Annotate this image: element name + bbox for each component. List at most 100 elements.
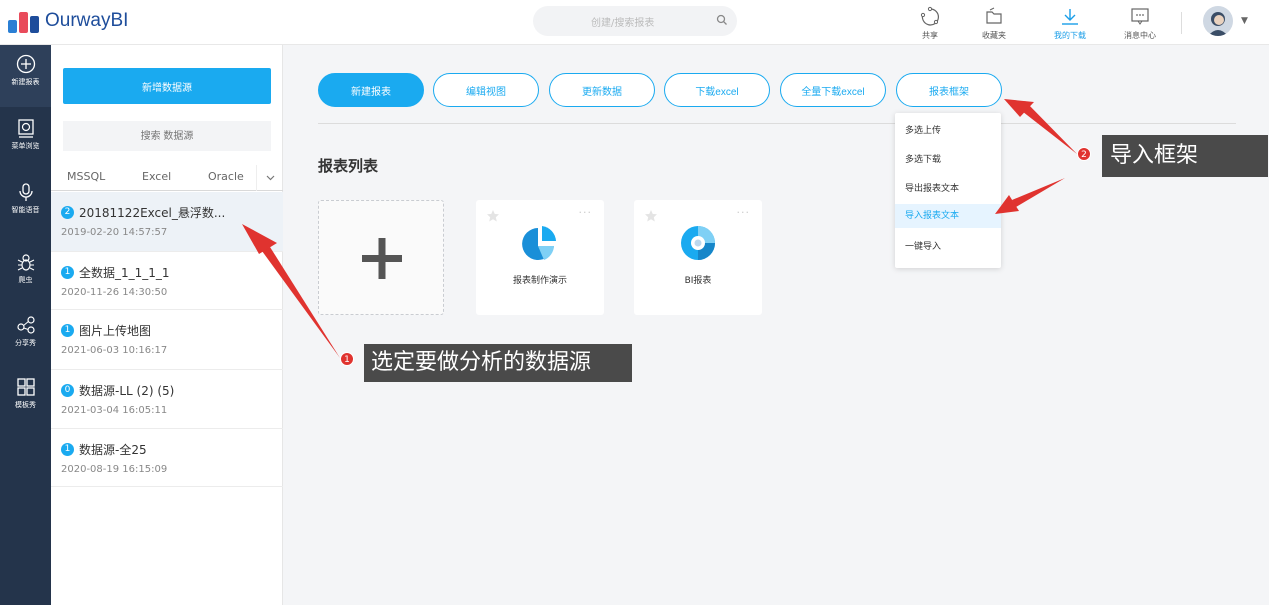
datasource-count-badge: 0 bbox=[61, 384, 74, 397]
report-framework-button[interactable]: 报表框架 bbox=[896, 73, 1002, 107]
report-card[interactable]: ··· BI报表 bbox=[634, 200, 762, 315]
nav-template-show[interactable]: 模板秀 bbox=[0, 377, 51, 410]
datasource-list-item[interactable]: 1 数据源-全25 2020-08-19 16:15:09 bbox=[51, 429, 283, 487]
update-data-button[interactable]: 更新数据 bbox=[549, 73, 655, 107]
annotation-arrow-3 bbox=[995, 178, 1065, 214]
add-report-card[interactable] bbox=[318, 200, 444, 315]
new-datasource-button[interactable]: 新增数据源 bbox=[63, 68, 271, 104]
report-framework-dropdown: 多选上传 多选下载 导出报表文本 导入报表文本 一键导入 bbox=[895, 113, 1001, 268]
user-avatar[interactable] bbox=[1203, 6, 1233, 36]
datasource-name: 20181122Excel_悬浮数... bbox=[79, 206, 226, 220]
share-icon bbox=[920, 6, 939, 26]
app-logo[interactable]: OurwayBI bbox=[8, 8, 128, 34]
datasource-name: 图片上传地图 bbox=[79, 324, 152, 338]
datasource-list-item[interactable]: 1 全数据_1_1_1_1 2020-11-26 14:30:50 bbox=[51, 252, 283, 310]
nav-template-show-label: 模板秀 bbox=[15, 401, 36, 409]
dropdown-item-multi-download[interactable]: 多选下载 bbox=[895, 148, 1001, 172]
nav-share-show-label: 分享秀 bbox=[15, 339, 36, 347]
left-nav: 新建报表 菜单浏览 智能语音 爬虫 分享秀 模板秀 bbox=[0, 45, 51, 605]
dropdown-item-import-text[interactable]: 导入报表文本 bbox=[895, 204, 1001, 228]
nav-new-report[interactable]: 新建报表 bbox=[0, 45, 51, 107]
callout-2-number-badge: 2 bbox=[1077, 147, 1091, 161]
datasource-count-badge: 1 bbox=[61, 443, 74, 456]
report-card[interactable]: ··· 报表制作演示 bbox=[476, 200, 604, 315]
report-card-label: BI报表 bbox=[684, 276, 712, 286]
nav-share-show[interactable]: 分享秀 bbox=[0, 315, 51, 348]
callout-2: 导入框架 bbox=[1102, 135, 1268, 177]
type-chevron-down-icon[interactable] bbox=[256, 165, 283, 191]
header-share-label: 共享 bbox=[922, 31, 938, 40]
microphone-icon bbox=[18, 183, 33, 201]
datasource-count-badge: 1 bbox=[61, 324, 74, 337]
report-search-input[interactable]: 创建/搜索报表 bbox=[533, 6, 737, 36]
callout-1-number-badge: 1 bbox=[340, 352, 354, 366]
nav-voice-label: 智能语音 bbox=[11, 206, 40, 214]
edit-view-button[interactable]: 编辑视图 bbox=[433, 73, 539, 107]
dropdown-item-one-click-import[interactable]: 一键导入 bbox=[895, 235, 1001, 259]
search-placeholder: 创建/搜索报表 bbox=[591, 17, 655, 29]
nav-voice[interactable]: 智能语音 bbox=[0, 182, 51, 215]
star-icon[interactable] bbox=[644, 209, 658, 223]
annotation-arrow-2 bbox=[1004, 99, 1077, 154]
datasource-name: 数据源-LL (2) (5) bbox=[79, 384, 175, 398]
new-report-button[interactable]: 新建报表 bbox=[318, 73, 424, 107]
dropdown-item-export-text[interactable]: 导出报表文本 bbox=[895, 177, 1001, 201]
datasource-search-input[interactable] bbox=[63, 121, 271, 151]
plus-circle-icon bbox=[16, 54, 35, 74]
tab-excel[interactable]: Excel bbox=[142, 170, 171, 183]
tab-mssql[interactable]: MSSQL bbox=[67, 170, 105, 183]
template-grid-icon bbox=[16, 378, 35, 396]
datasource-name: 数据源-全25 bbox=[79, 443, 147, 457]
datasource-list-item[interactable]: 2 20181122Excel_悬浮数... 2019-02-20 14:57:5… bbox=[51, 192, 283, 252]
donut-chart-icon bbox=[681, 226, 715, 260]
datasource-list-item[interactable]: 1 图片上传地图 2021-06-03 10:16:17 bbox=[51, 310, 283, 370]
top-header: OurwayBI 创建/搜索报表 共享 收藏夹 我的下载 消息中心 ▼ bbox=[0, 0, 1269, 45]
datasource-type-tabs: MSSQL Excel Oracle bbox=[51, 165, 283, 191]
download-icon bbox=[1062, 9, 1078, 25]
header-favorites-button[interactable]: 收藏夹 bbox=[969, 6, 1019, 41]
plus-icon bbox=[362, 238, 402, 279]
logo-text: OurwayBI bbox=[45, 10, 129, 31]
more-options-icon[interactable]: ··· bbox=[579, 206, 593, 219]
pie-chart-icon bbox=[522, 226, 556, 260]
user-menu-chevron-down-icon[interactable]: ▼ bbox=[1241, 16, 1248, 26]
header-favorites-label: 收藏夹 bbox=[982, 31, 1006, 40]
datasource-panel: 新增数据源 MSSQL Excel Oracle 2 20181122Excel_… bbox=[51, 45, 283, 605]
nav-new-report-label: 新建报表 bbox=[11, 78, 40, 86]
header-download-button[interactable]: 我的下载 bbox=[1045, 6, 1095, 41]
download-all-excel-button[interactable]: 全量下载excel bbox=[780, 73, 886, 107]
report-list-title: 报表列表 bbox=[318, 157, 379, 175]
folder-icon bbox=[986, 7, 1002, 24]
header-share-button[interactable]: 共享 bbox=[905, 6, 955, 41]
datasource-name: 全数据_1_1_1_1 bbox=[79, 266, 170, 280]
tab-oracle[interactable]: Oracle bbox=[208, 170, 244, 183]
dropdown-item-multi-upload[interactable]: 多选上传 bbox=[895, 119, 1001, 143]
star-icon[interactable] bbox=[486, 209, 500, 223]
datasource-date: 2020-08-19 16:15:09 bbox=[61, 464, 168, 475]
datasource-date: 2021-06-03 10:16:17 bbox=[61, 345, 168, 356]
download-excel-button[interactable]: 下载excel bbox=[664, 73, 770, 107]
nav-spider[interactable]: 爬虫 bbox=[0, 252, 51, 285]
nav-menu-browse[interactable]: 菜单浏览 bbox=[0, 118, 51, 151]
datasource-date: 2020-11-26 14:30:50 bbox=[61, 287, 168, 298]
more-options-icon[interactable]: ··· bbox=[737, 206, 751, 219]
header-download-label: 我的下载 bbox=[1054, 31, 1086, 40]
message-icon bbox=[1131, 8, 1149, 25]
header-divider bbox=[1181, 12, 1182, 34]
nav-menu-browse-label: 菜单浏览 bbox=[11, 142, 40, 150]
toolbar-divider bbox=[318, 123, 1236, 124]
nav-spider-label: 爬虫 bbox=[18, 276, 33, 284]
datasource-count-badge: 2 bbox=[61, 206, 74, 219]
header-message-label: 消息中心 bbox=[1124, 31, 1156, 40]
datasource-count-badge: 1 bbox=[61, 266, 74, 279]
user-avatar-icon bbox=[1203, 6, 1233, 36]
menu-browse-icon bbox=[17, 119, 34, 138]
spider-icon bbox=[17, 254, 34, 271]
callout-1: 选定要做分析的数据源 bbox=[364, 344, 632, 382]
datasource-date: 2019-02-20 14:57:57 bbox=[61, 227, 168, 238]
header-message-button[interactable]: 消息中心 bbox=[1115, 6, 1165, 41]
search-icon[interactable] bbox=[716, 14, 728, 26]
datasource-date: 2021-03-04 16:05:11 bbox=[61, 405, 168, 416]
logo-mark-icon bbox=[8, 8, 42, 34]
datasource-list-item[interactable]: 0 数据源-LL (2) (5) 2021-03-04 16:05:11 bbox=[51, 370, 283, 429]
